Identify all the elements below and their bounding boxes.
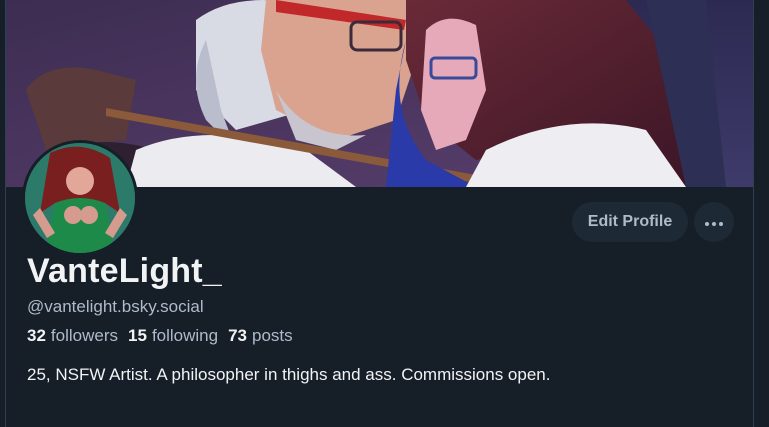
profile-panel: Edit Profile VanteLight_ @vantelight.bsk… — [5, 0, 754, 427]
following-label: following — [151, 326, 219, 345]
profile-avatar[interactable] — [22, 140, 138, 256]
posts-count: 73 — [228, 326, 248, 345]
ellipsis-icon — [705, 213, 723, 231]
following-link[interactable]: 15 following — [128, 326, 218, 346]
posts-label: posts — [252, 326, 293, 345]
edit-profile-button[interactable]: Edit Profile — [572, 202, 688, 242]
followers-count: 32 — [27, 326, 46, 345]
profile-stats: 32 followers 15 following 73 posts — [27, 326, 293, 346]
profile-bio: 25, NSFW Artist. A philosopher in thighs… — [27, 365, 551, 384]
posts-stat: 73 posts — [228, 326, 293, 346]
profile-handle: @vantelight.bsky.social — [27, 297, 204, 316]
followers-link[interactable]: 32 followers — [27, 326, 118, 346]
edit-profile-label: Edit Profile — [587, 213, 673, 230]
following-count: 15 — [128, 326, 147, 345]
display-name: VanteLight_ — [27, 252, 222, 290]
more-options-button[interactable] — [694, 202, 734, 242]
followers-label: followers — [50, 326, 119, 345]
profile-page: Edit Profile VanteLight_ @vantelight.bsk… — [0, 0, 769, 427]
